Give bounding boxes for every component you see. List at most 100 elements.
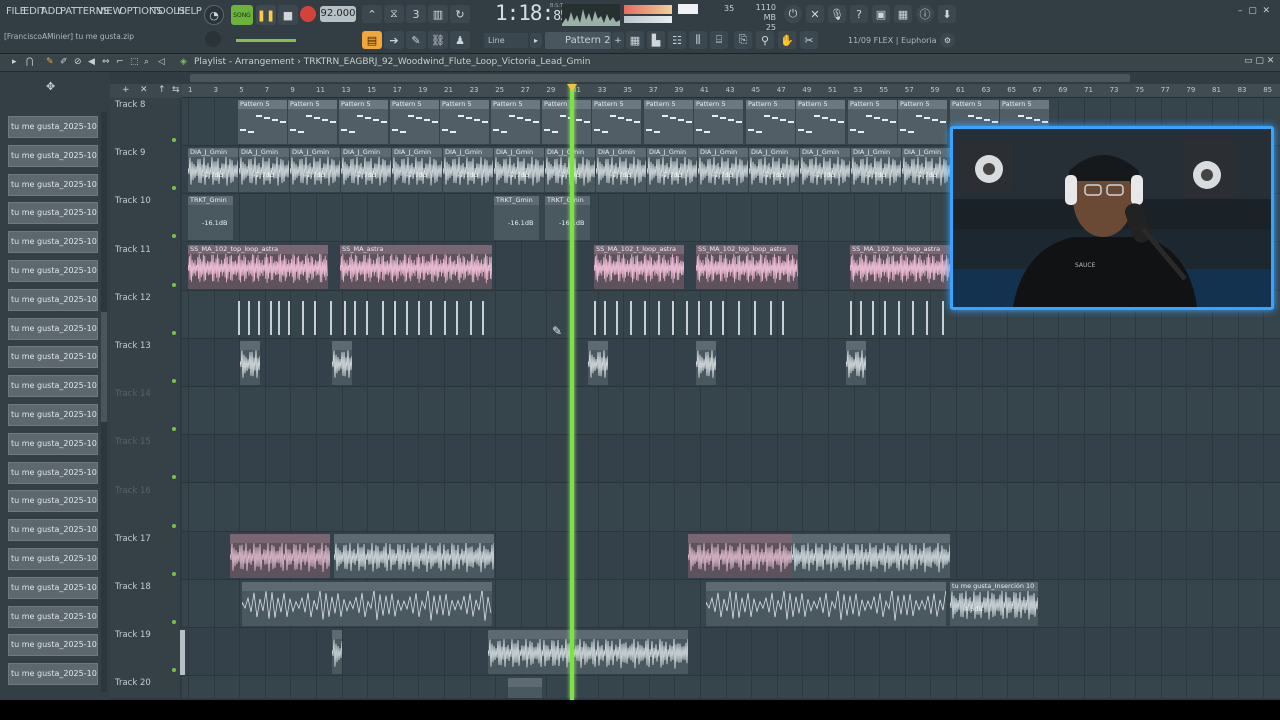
pattern-selector[interactable]: Pattern 2 bbox=[545, 32, 611, 49]
picker-scrollbar-thumb[interactable] bbox=[101, 312, 107, 422]
hit-marker[interactable] bbox=[672, 300, 674, 335]
hit-marker[interactable] bbox=[594, 300, 596, 335]
track-name[interactable]: Track 11 bbox=[115, 245, 151, 255]
hit-marker[interactable] bbox=[912, 300, 914, 335]
playlist-clip[interactable]: Pattern 5 bbox=[848, 100, 897, 144]
hit-marker[interactable] bbox=[630, 300, 632, 335]
pattern-list-item[interactable]: tu me gusta_2025-10-23... bbox=[8, 576, 98, 599]
pattern-list-item[interactable]: tu me gusta_2025-10-23... bbox=[8, 432, 98, 455]
track-name[interactable]: Track 18 bbox=[115, 582, 151, 592]
up-arrow-icon[interactable]: ↑ bbox=[158, 85, 166, 95]
playlist-clip[interactable] bbox=[332, 630, 342, 675]
pattern-list-item[interactable]: tu me gusta_2025-10-23... bbox=[8, 202, 98, 225]
browser-icon[interactable]: ⎘ bbox=[734, 31, 752, 49]
download-icon[interactable]: ⬇ bbox=[938, 5, 956, 23]
power-icon[interactable]: ⏻ bbox=[784, 5, 802, 23]
piano-roll-icon[interactable]: ▙ bbox=[647, 31, 665, 49]
song-mode-button[interactable]: SONG bbox=[231, 5, 253, 25]
playlist-clip[interactable]: DIA_J_Gmin -7.7dB bbox=[392, 148, 442, 193]
hit-marker[interactable] bbox=[302, 300, 304, 335]
track-name[interactable]: Track 13 bbox=[115, 341, 151, 351]
playback-tool-icon[interactable]: ◁ bbox=[158, 57, 165, 67]
track-name[interactable]: Track 16 bbox=[115, 486, 151, 496]
record-icon[interactable] bbox=[300, 6, 316, 22]
draw-tool-icon[interactable]: ✎ bbox=[46, 57, 54, 67]
track-mute-led[interactable] bbox=[172, 186, 176, 191]
pattern-list-item[interactable]: tu me gusta_2025-10-23... bbox=[8, 490, 98, 513]
playlist-clip[interactable]: DIA_J_Gmin -7.7dB bbox=[290, 148, 340, 193]
track-name[interactable]: Track 12 bbox=[115, 293, 151, 303]
select-tool-icon[interactable]: ⬚ bbox=[130, 57, 139, 67]
playlist-clip[interactable]: Pattern 5 bbox=[238, 100, 287, 144]
playlist-clip[interactable]: DIA_J_Gmin -7.7dB bbox=[647, 148, 697, 193]
drag-handle-icon[interactable]: ✥ bbox=[46, 80, 55, 93]
master-pitch-slider[interactable] bbox=[236, 39, 296, 42]
mixer-icon[interactable]: ▦ bbox=[894, 5, 912, 23]
hit-marker[interactable] bbox=[658, 300, 660, 335]
pattern-list-item[interactable]: tu me gusta_2025-10-23... bbox=[8, 605, 98, 628]
touch-keyboard-icon[interactable]: ✋ bbox=[778, 31, 796, 49]
playlist-clip[interactable]: Pattern 5 bbox=[390, 100, 439, 144]
track-mute-led[interactable] bbox=[172, 138, 176, 142]
track-lane[interactable] bbox=[182, 435, 1280, 484]
playlist-window-controls[interactable]: ▭ ▢ ✕ bbox=[1244, 56, 1274, 66]
help-icon[interactable]: ? bbox=[850, 5, 868, 23]
hit-marker[interactable] bbox=[686, 300, 688, 335]
hit-marker[interactable] bbox=[644, 300, 646, 335]
hit-marker[interactable] bbox=[444, 300, 446, 335]
save-icon[interactable]: ▣ bbox=[872, 5, 890, 23]
snap-select[interactable]: Line bbox=[484, 33, 528, 48]
hit-marker[interactable] bbox=[926, 300, 928, 335]
hit-marker[interactable] bbox=[860, 300, 862, 335]
pitch-knob-icon[interactable] bbox=[205, 31, 221, 47]
playlist-icon[interactable]: ▦ bbox=[626, 31, 644, 49]
track-mute-led[interactable] bbox=[172, 475, 176, 480]
pattern-list-item[interactable]: tu me gusta_2025-10-23... bbox=[8, 663, 98, 686]
menu-help[interactable]: HELP bbox=[177, 6, 202, 17]
picker-scrollbar[interactable] bbox=[101, 112, 107, 692]
close-icon[interactable]: ✕ bbox=[140, 85, 148, 95]
playhead[interactable] bbox=[570, 84, 574, 700]
playlist-clip[interactable]: DIA_J_Gmin -7.7dB bbox=[239, 148, 289, 193]
track-mute-led[interactable] bbox=[172, 668, 176, 673]
pattern-list-item[interactable]: tu me gusta_2025-10-23... bbox=[8, 173, 98, 196]
hit-marker[interactable] bbox=[330, 300, 332, 335]
hit-marker[interactable] bbox=[710, 300, 712, 335]
playlist-clip[interactable] bbox=[240, 341, 260, 385]
playlist-clip[interactable]: SS_MA_102_t_loop_astra bbox=[594, 244, 684, 289]
playlist-clip[interactable]: SS_MA_astra bbox=[340, 244, 492, 289]
playlist-clip[interactable]: Pattern 5 bbox=[746, 100, 795, 144]
pattern-list-item[interactable]: tu me gusta_2025-10-23... bbox=[8, 634, 98, 657]
countdown-icon[interactable]: 3 bbox=[406, 5, 426, 23]
playlist-clip[interactable]: TRKT_Gmin -16.1dB bbox=[188, 196, 233, 241]
add-pattern-icon[interactable]: + bbox=[612, 32, 624, 49]
hit-marker[interactable] bbox=[270, 300, 272, 335]
metronome-icon[interactable]: ⌃ bbox=[362, 5, 382, 23]
track-name[interactable]: Track 14 bbox=[115, 389, 151, 399]
playlist-clip[interactable] bbox=[334, 533, 494, 578]
pattern-list-item[interactable]: tu me gusta_2025-10-23... bbox=[8, 288, 98, 311]
pattern-list-item[interactable]: tu me gusta_2025-10-23... bbox=[8, 346, 98, 369]
stamp-icon[interactable]: ♟ bbox=[450, 31, 470, 49]
playlist-clip[interactable] bbox=[846, 341, 866, 385]
hit-marker[interactable] bbox=[754, 300, 756, 335]
channel-rack-icon[interactable]: ☷ bbox=[668, 31, 686, 49]
magnet-icon[interactable]: ⋂ bbox=[26, 57, 33, 67]
wait-icon[interactable]: ⧖ bbox=[384, 5, 404, 23]
pattern-list-item[interactable]: tu me gusta_2025-10-23... bbox=[8, 519, 98, 542]
flex-preset-icon[interactable]: ⚙ bbox=[940, 33, 955, 48]
playlist-clip[interactable] bbox=[696, 341, 716, 385]
pattern-list-item[interactable]: tu me gusta_2025-10-23... bbox=[8, 116, 98, 138]
playhead-marker-icon[interactable] bbox=[567, 84, 577, 92]
hit-marker[interactable] bbox=[722, 300, 724, 335]
playlist-clip[interactable]: SS_MA_102_top_loop_astra bbox=[188, 244, 328, 289]
plugin-icon[interactable]: ⚲ bbox=[756, 31, 774, 49]
hit-marker[interactable] bbox=[782, 300, 784, 335]
playlist-clip[interactable] bbox=[588, 341, 608, 385]
playlist-clip[interactable]: DIA_J_Gmin -7.7dB bbox=[749, 148, 799, 193]
playlist-clip[interactable]: DIA_J_Gmin -7.7dB bbox=[443, 148, 493, 193]
playlist-clip[interactable] bbox=[706, 582, 946, 626]
pattern-list-item[interactable]: tu me gusta_2025-10-23... bbox=[8, 144, 98, 167]
hit-marker[interactable] bbox=[898, 300, 900, 335]
hit-marker[interactable] bbox=[942, 300, 944, 335]
